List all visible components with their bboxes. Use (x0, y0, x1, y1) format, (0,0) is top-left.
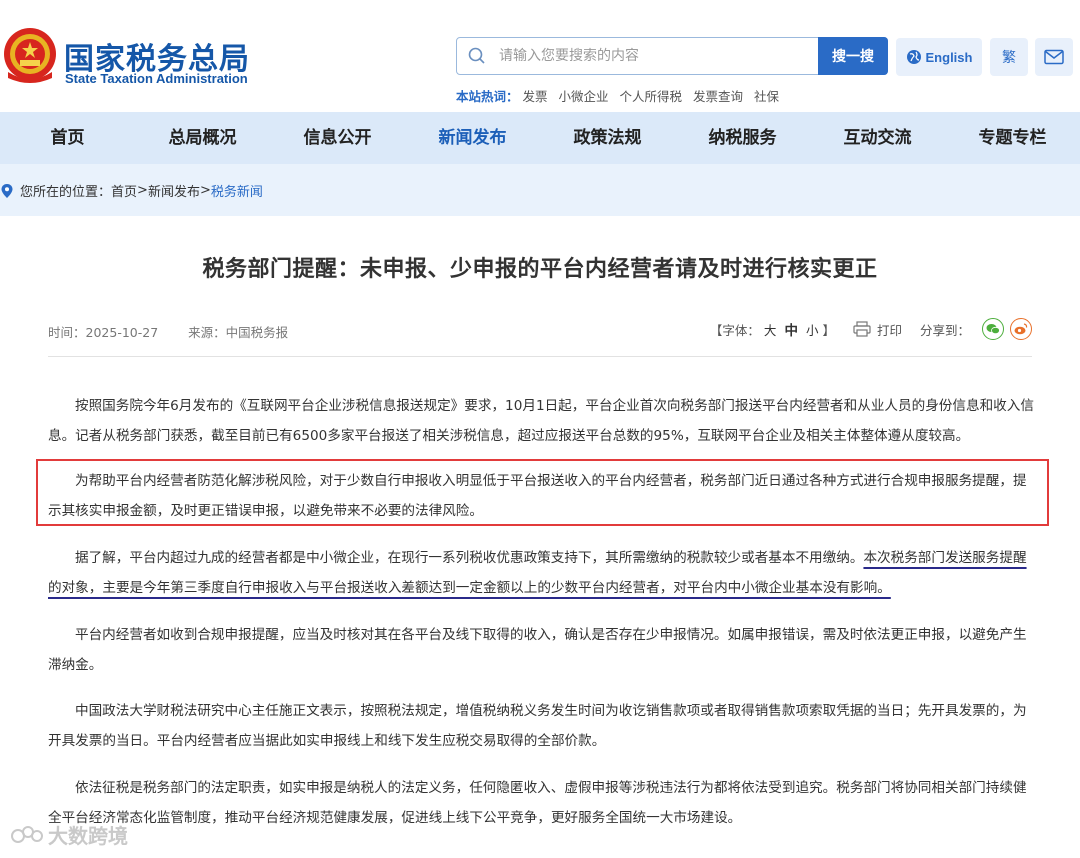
breadcrumb-bar: 您所在的位置： 首页 > 新闻发布 > 税务新闻 (0, 164, 1080, 216)
nav-item-tax-service[interactable]: 纳税服务 (675, 112, 810, 164)
site-logo-subtitle[interactable]: State Taxation Administration (65, 71, 248, 86)
breadcrumb-prefix: 您所在的位置： (20, 185, 112, 200)
article-paragraph: 为帮助平台内经营者防范化解涉税风险，对于少数自行申报收入明显低于平台报送收入的平… (48, 473, 1027, 519)
breadcrumb-separator: > (199, 183, 211, 198)
font-size-medium-button[interactable]: 中 (784, 319, 798, 339)
breadcrumb-section-link[interactable]: 新闻发布 (148, 181, 200, 200)
nav-item-overview[interactable]: 总局概况 (135, 112, 270, 164)
national-emblem-icon[interactable] (2, 26, 58, 84)
hot-word-link[interactable]: 发票查询 (693, 89, 743, 104)
source-value: 中国税务报 (225, 325, 289, 340)
weibo-icon (1014, 323, 1028, 335)
publish-time: 时间：2025-10-27 (48, 325, 158, 340)
font-size-small-button[interactable]: 小 (806, 320, 819, 339)
hot-word-link[interactable]: 社保 (754, 89, 779, 104)
divider (48, 356, 1032, 357)
article-paragraph: 依法征税是税务部门的法定职责，如实申报是纳税人的法定义务，任何隐匿收入、虚假申报… (48, 780, 1027, 826)
nav-item-info-disclosure[interactable]: 信息公开 (270, 112, 405, 164)
nav-item-interaction[interactable]: 互动交流 (810, 112, 945, 164)
mail-icon (1044, 49, 1064, 65)
traditional-chinese-button[interactable]: 繁 (990, 38, 1028, 76)
nav-item-news[interactable]: 新闻发布 (405, 112, 540, 164)
publish-time-label: 时间： (48, 325, 86, 340)
search-icon (468, 47, 485, 64)
article-paragraph: 平台内经营者如收到合规申报提醒，应当及时核对其在各平台及线下取得的收入，确认是否… (48, 627, 1027, 673)
watermark: 大数跨境 (10, 820, 128, 849)
breadcrumb-home-link[interactable]: 首页 (111, 181, 137, 200)
nav-item-home[interactable]: 首页 (0, 112, 135, 164)
article-paragraph: 按照国务院今年6月发布的《互联网平台企业涉税信息报送规定》要求，10月1日起，平… (48, 398, 1034, 444)
nav-item-special-topics[interactable]: 专题专栏 (945, 112, 1080, 164)
nav-item-policy[interactable]: 政策法规 (540, 112, 675, 164)
font-size-bracket: 】 (822, 322, 835, 338)
font-size-large-button[interactable]: 大 (764, 320, 777, 339)
article-meta: 时间：2025-10-27 来源：中国税务报 (48, 322, 314, 341)
main-nav: 首页 总局概况 信息公开 新闻发布 政策法规 纳税服务 互动交流 专题专栏 (0, 112, 1080, 164)
article-paragraph: 中国政法大学财税法研究中心主任施正文表示，按照税法规定，增值税纳税义务发生时间为… (48, 703, 1027, 749)
globe-icon (906, 50, 921, 64)
search-input[interactable] (499, 44, 809, 68)
hot-word-link[interactable]: 小微企业 (559, 89, 609, 104)
english-label: English (925, 49, 973, 65)
print-button[interactable]: 打印 (877, 320, 902, 339)
location-pin-icon (1, 183, 13, 198)
wechat-share-button[interactable] (982, 318, 1004, 340)
watermark-logo-icon (11, 825, 43, 843)
search-button[interactable]: 搜一搜 (818, 37, 888, 75)
watermark-text: 大数跨境 (48, 824, 128, 848)
article-tools: 【字体： 大 中 小 】 打印 分享到： (710, 318, 1032, 340)
hot-words: 本站热词： 发票 小微企业 个人所得税 发票查询 社保 (456, 86, 786, 105)
article-paragraph: 据了解，平台内超过九成的经营者都是中小微企业，在现行一系列税收优惠政策支持下，其… (48, 543, 1038, 603)
search-box: 搜一搜 (456, 37, 888, 75)
share-label: 分享到： (919, 322, 970, 338)
publish-time-value: 2025-10-27 (85, 325, 159, 340)
mail-button[interactable] (1035, 38, 1073, 76)
site-header: 国家税务总局 State Taxation Administration 搜一搜… (0, 0, 1080, 112)
font-size-label: 【字体： (709, 322, 760, 338)
weibo-share-button[interactable] (1010, 318, 1032, 340)
source-label: 来源： (188, 325, 226, 340)
hot-words-label: 本站热词： (456, 89, 519, 104)
paragraph-text: 据了解，平台内超过九成的经营者都是中小微企业，在现行一系列税收优惠政策支持下，其… (75, 550, 864, 566)
english-button[interactable]: English (896, 38, 982, 76)
breadcrumb-separator: > (137, 183, 148, 198)
article-title: 税务部门提醒：未申报、少申报的平台内经营者请及时进行核实更正 (202, 257, 878, 282)
breadcrumb-current-link[interactable]: 税务新闻 (211, 181, 263, 200)
article-source: 来源：中国税务报 (188, 325, 288, 340)
hot-word-link[interactable]: 发票 (523, 89, 548, 104)
printer-icon[interactable] (853, 321, 871, 337)
breadcrumb: 您所在的位置： 首页 > 新闻发布 > 税务新闻 (0, 181, 263, 200)
hot-word-link[interactable]: 个人所得税 (620, 89, 683, 104)
wechat-icon (986, 324, 1000, 335)
